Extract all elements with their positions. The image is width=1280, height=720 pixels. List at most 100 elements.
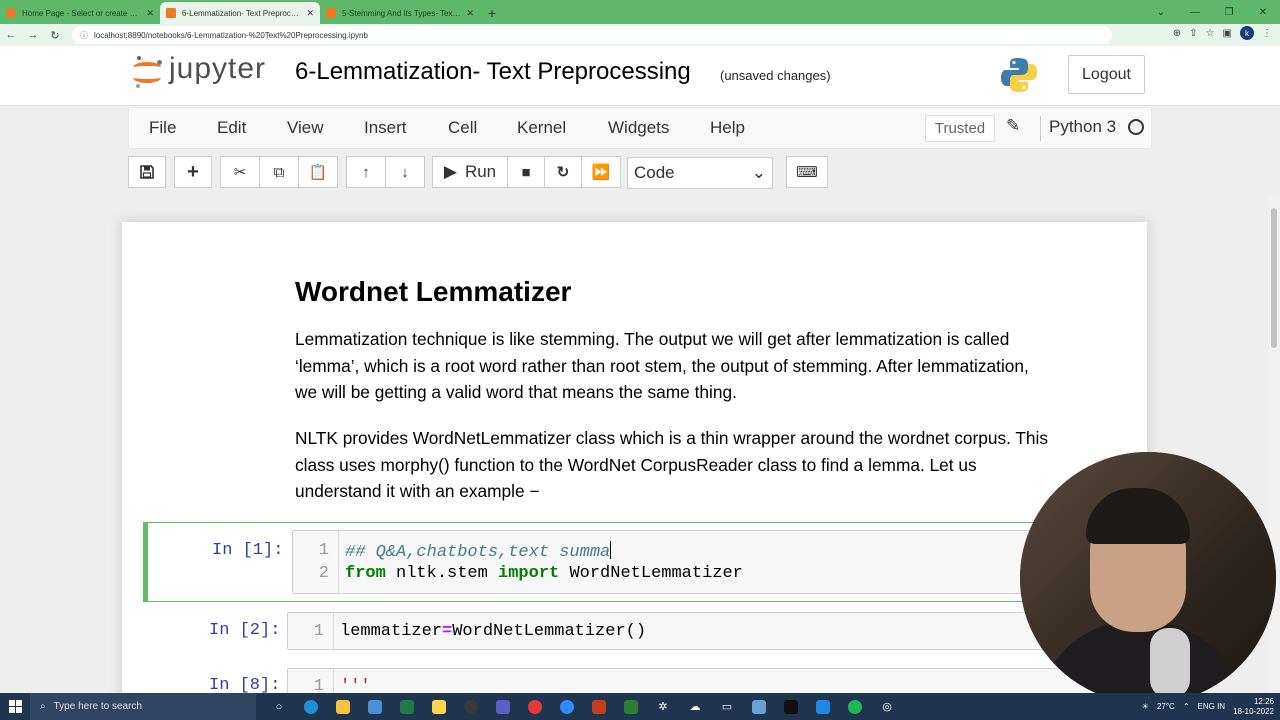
copy-button[interactable]: ⧉	[259, 156, 299, 188]
menu-insert[interactable]: Insert	[364, 108, 407, 148]
tab-label: 6-Lemmatization- Text Preprocess...	[182, 8, 301, 18]
terminal-icon[interactable]	[618, 696, 644, 718]
code-module: nltk.stem	[385, 564, 499, 583]
file-explorer-icon[interactable]	[330, 696, 356, 718]
taskbar-search[interactable]: ⌕ Type here to search	[30, 693, 256, 720]
menu-help[interactable]: Help	[710, 108, 745, 148]
menu-dots-icon[interactable]: ⋮	[1262, 28, 1272, 39]
restart-run-all-button[interactable]: ⏩	[581, 156, 621, 188]
tab-close-icon[interactable]: ✕	[146, 8, 154, 19]
browser-tab-bar: Home Page - Select or create a n... ✕ 6-…	[0, 0, 1280, 24]
menu-widgets[interactable]: Widgets	[608, 108, 669, 148]
notes-icon[interactable]	[426, 696, 452, 718]
browser-tab-stemming[interactable]: 5-Stemming And Its Types- Text ... ✕	[320, 2, 480, 24]
spotify-icon[interactable]	[842, 696, 868, 718]
sidebar-icon[interactable]: ▣	[1223, 28, 1232, 39]
menu-view[interactable]: View	[287, 108, 324, 148]
start-button[interactable]	[0, 693, 30, 720]
restart-button[interactable]: ↻	[544, 156, 582, 188]
browser-tab-lemmatization[interactable]: 6-Lemmatization- Text Preprocess... ✕	[160, 2, 320, 24]
cmd-icon[interactable]	[778, 696, 804, 718]
save-icon	[140, 165, 154, 179]
code-line[interactable]: lemmatizer=WordNetLemmatizer()	[340, 622, 646, 641]
vscode-icon[interactable]	[810, 696, 836, 718]
tab-close-icon[interactable]: ✕	[306, 8, 314, 19]
line-number: 1	[313, 622, 324, 641]
command-palette-button[interactable]: ⌨	[786, 156, 828, 188]
jupyter-logo-icon	[133, 54, 163, 88]
line-number: 1	[318, 541, 329, 560]
code-cell-1[interactable]: In [1]: 1 2 ## Q&A,chatbots,text summa f…	[143, 522, 1152, 602]
run-button[interactable]: ▶ Run	[432, 156, 508, 188]
zoom-icon[interactable]: ⊕	[1173, 28, 1181, 39]
share-icon[interactable]: ⇪	[1189, 28, 1197, 39]
restore-icon[interactable]: ❐	[1212, 0, 1246, 24]
pen-tool-icon[interactable]	[746, 696, 772, 718]
info-icon[interactable]: ⓘ	[80, 30, 88, 41]
cortana-icon[interactable]: ○	[266, 696, 292, 718]
menu-bar: File Edit View Insert Cell Kernel Widget…	[128, 107, 1152, 149]
code-line[interactable]: ## Q&A,chatbots,text summa	[345, 541, 612, 562]
save-button[interactable]	[128, 156, 166, 188]
cell-type-select[interactable]: Code ⌄	[627, 157, 773, 189]
teams-icon[interactable]	[490, 696, 516, 718]
scissors-icon: ✂	[233, 164, 247, 181]
notebook-favicon-icon	[166, 8, 176, 18]
reload-icon[interactable]: ↻	[44, 29, 66, 42]
logout-button[interactable]: Logout	[1068, 55, 1145, 94]
trusted-indicator[interactable]: Trusted	[925, 115, 995, 142]
github-icon[interactable]: ◎	[874, 696, 900, 718]
move-down-button[interactable]: ↓	[385, 156, 425, 188]
menu-cell[interactable]: Cell	[448, 108, 477, 148]
code-editor[interactable]: 1 lemmatizer=WordNetLemmatizer()	[287, 612, 1147, 650]
tab-search-icon[interactable]: ⌄	[1144, 0, 1178, 24]
clock[interactable]: 12:26 18-10-2022	[1233, 697, 1274, 717]
kernel-name[interactable]: Python 3	[1049, 117, 1116, 137]
bookmark-star-icon[interactable]: ☆	[1206, 28, 1215, 39]
scrollbar-thumb[interactable]	[1271, 208, 1277, 348]
new-tab-button[interactable]: +	[480, 2, 504, 24]
code-cell-2[interactable]: In [2]: 1 lemmatizer=WordNetLemmatizer()	[143, 610, 1147, 654]
tab-close-icon[interactable]: ✕	[466, 8, 474, 19]
back-icon[interactable]: ←	[0, 29, 22, 41]
url-field[interactable]: ⓘ localhost:8890/notebooks/6-Lemmatizati…	[72, 26, 1112, 44]
edge-icon[interactable]	[298, 696, 324, 718]
interrupt-button[interactable]: ■	[507, 156, 545, 188]
browser-tab-home[interactable]: Home Page - Select or create a n... ✕	[0, 2, 160, 24]
restart-icon: ↻	[556, 164, 570, 181]
cloud-icon[interactable]: ☁	[682, 696, 708, 718]
code-cell-3[interactable]: In [8]: 1 '''	[143, 664, 1147, 694]
menu-file[interactable]: File	[149, 108, 176, 148]
jupyter-favicon-icon	[6, 8, 16, 18]
menu-kernel[interactable]: Kernel	[517, 108, 566, 148]
window-icon[interactable]: ▭	[714, 696, 740, 718]
close-window-icon[interactable]: ✕	[1246, 0, 1280, 24]
clock-time: 12:26	[1253, 696, 1274, 706]
jupyter-logo[interactable]: jupyter	[133, 52, 266, 88]
chrome-icon[interactable]	[522, 696, 548, 718]
minimize-icon[interactable]: —	[1178, 0, 1212, 24]
cut-button[interactable]: ✂	[220, 156, 260, 188]
code-editor[interactable]: 1 '''	[287, 668, 1147, 694]
language-indicator[interactable]: ENG IN	[1198, 702, 1226, 711]
weather-icon[interactable]: ☀	[1142, 702, 1149, 711]
profile-avatar[interactable]: k	[1240, 26, 1254, 40]
notebook-title[interactable]: 6-Lemmatization- Text Preprocessing	[295, 58, 691, 86]
powerpoint-icon[interactable]	[586, 696, 612, 718]
zoom-app-icon[interactable]	[554, 696, 580, 718]
store-icon[interactable]	[362, 696, 388, 718]
tray-chevron-icon[interactable]: ⌃	[1183, 702, 1190, 711]
settings-app-icon[interactable]: ✲	[650, 696, 676, 718]
edit-pencil-icon[interactable]: ✎	[1006, 116, 1020, 136]
excel-icon[interactable]	[394, 696, 420, 718]
temperature[interactable]: 27°C	[1157, 702, 1175, 711]
code-line[interactable]: from nltk.stem import WordNetLemmatizer	[345, 564, 743, 583]
insert-cell-button[interactable]: +	[174, 156, 212, 188]
move-up-button[interactable]: ↑	[346, 156, 386, 188]
forward-icon[interactable]: →	[22, 29, 44, 41]
obs-icon[interactable]	[458, 696, 484, 718]
taskbar-search-placeholder: Type here to search	[53, 701, 142, 712]
menu-edit[interactable]: Edit	[217, 108, 246, 148]
code-line[interactable]: '''	[340, 677, 371, 694]
paste-button[interactable]: 📋	[298, 156, 338, 188]
